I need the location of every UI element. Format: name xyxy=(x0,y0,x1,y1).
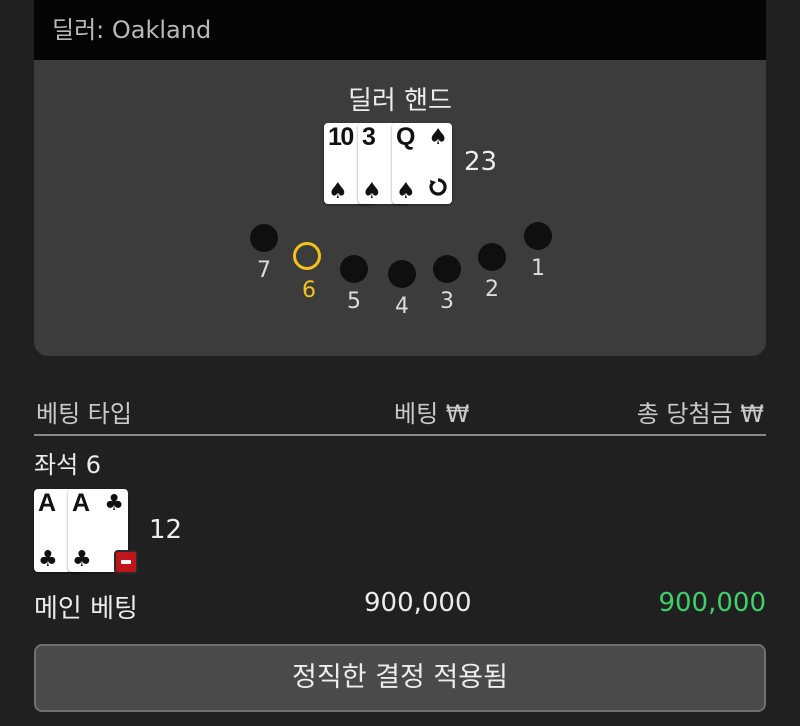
player-hand-value: 12 xyxy=(149,515,183,545)
seat-2-number: 2 xyxy=(485,277,499,302)
club-icon: ♣ xyxy=(104,491,124,516)
bet-table-header: 베팅 타입 베팅 ₩ 총 당첨금 ₩ xyxy=(34,394,766,436)
blackjack-table: 딜러 핸드 10 ♠ 3 ♠ Q ♠ ♠ 23 7 6 5 4 3 2 1 xyxy=(34,60,766,356)
dealer-card-3: Q ♠ ♠ xyxy=(392,123,452,204)
seat-6-number: 6 xyxy=(302,278,316,303)
club-icon: ♣ xyxy=(38,547,58,572)
seat-4-number: 4 xyxy=(395,294,409,319)
dealer-hand-value: 23 xyxy=(464,147,498,177)
seat-4-spot[interactable] xyxy=(388,260,416,288)
club-icon: ♣ xyxy=(72,547,92,572)
spade-icon: ♠ xyxy=(362,179,382,204)
seat-6-spot[interactable] xyxy=(293,242,321,270)
dealer-header: 딜러: Oakland xyxy=(34,0,766,60)
spade-icon: ♠ xyxy=(328,179,348,204)
seat-3-spot[interactable] xyxy=(433,255,461,283)
remove-hand-button[interactable] xyxy=(114,550,138,574)
seat-7-number: 7 xyxy=(257,258,271,283)
seat-3-number: 3 xyxy=(440,289,454,314)
seat-5-number: 5 xyxy=(347,289,361,314)
player-seat-label: 좌석 6 xyxy=(34,451,102,479)
card-rank: 3 xyxy=(362,123,376,151)
total-win-header: 총 당첨금 ₩ xyxy=(636,400,764,428)
seat-5-spot[interactable] xyxy=(340,255,368,283)
seat-7-spot[interactable] xyxy=(250,224,278,252)
dealer-hand-title: 딜러 핸드 xyxy=(348,86,452,116)
main-bet-win: 900,000 xyxy=(658,588,766,618)
seat-1-number: 1 xyxy=(531,256,545,281)
rotated-queen-icon xyxy=(427,176,449,204)
spade-icon: ♠ xyxy=(396,179,416,204)
main-bet-amount: 900,000 xyxy=(364,588,472,618)
seat-1-spot[interactable] xyxy=(524,222,552,250)
spade-icon: ♠ xyxy=(428,125,448,150)
card-rank: A xyxy=(38,489,56,517)
dealer-name: 딜러: Oakland xyxy=(52,16,212,44)
bet-type-header: 베팅 타입 xyxy=(36,400,132,428)
main-bet-label: 메인 베팅 xyxy=(34,594,138,624)
card-rank: 10 xyxy=(328,123,354,151)
bet-amount-header: 베팅 ₩ xyxy=(394,400,470,428)
card-rank: Q xyxy=(396,123,415,151)
card-rank: A xyxy=(72,489,90,517)
seat-2-spot[interactable] xyxy=(478,243,506,271)
honest-decision-button[interactable]: 정직한 결정 적용됨 xyxy=(34,644,766,712)
